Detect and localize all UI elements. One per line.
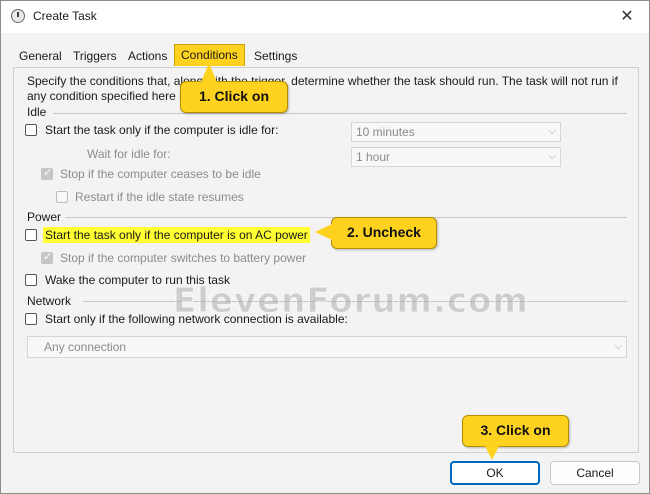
tab-settings[interactable]: Settings [254, 49, 297, 63]
stop-if-battery-checkbox[interactable] [41, 250, 53, 264]
stop-if-battery-label[interactable]: Stop if the computer switches to battery… [60, 251, 306, 265]
network-section-label: Network [27, 294, 72, 308]
close-button[interactable]: ✕ [611, 5, 643, 29]
chevron-down-icon: ⌵ [548, 151, 556, 162]
callout-step3: 3. Click on [462, 415, 569, 447]
start-if-idle-checkbox[interactable] [25, 124, 37, 136]
tab-actions[interactable]: Actions [128, 49, 167, 63]
window-title: Create Task [33, 9, 97, 23]
wake-to-run-checkbox[interactable] [25, 274, 37, 286]
tab-triggers[interactable]: Triggers [73, 49, 117, 63]
start-if-ac-checkbox[interactable] [25, 229, 37, 241]
callout-step3-text: 3. Click on [480, 422, 551, 438]
idle-duration-value: 10 minutes [356, 125, 415, 139]
clock-icon [11, 9, 25, 23]
restart-if-resumes-checkbox[interactable] [56, 191, 68, 203]
start-if-idle-label[interactable]: Start the task only if the computer is i… [45, 123, 278, 137]
wait-duration-value: 1 hour [356, 150, 391, 164]
description-text: Specify the conditions that, along with … [27, 74, 618, 103]
cancel-button[interactable]: Cancel [550, 461, 640, 485]
callout-step2: 2. Uncheck [331, 217, 437, 249]
start-if-ac-label[interactable]: Start the task only if the computer is o… [43, 227, 310, 243]
wait-for-idle-label: Wait for idle for: [87, 147, 171, 161]
callout-step1-text: 1. Click on [198, 88, 270, 104]
create-task-dialog: Create Task ✕ General Triggers Actions C… [0, 0, 650, 494]
ok-button[interactable]: OK [450, 461, 540, 485]
start-if-network-checkbox[interactable] [25, 313, 37, 325]
callout-step3-pointer [484, 444, 500, 460]
wait-duration-select[interactable]: 1 hour ⌵ [351, 147, 561, 167]
idle-duration-select[interactable]: 10 minutes ⌵ [351, 122, 561, 142]
callout-step1: 1. Click on [180, 81, 288, 113]
watermark: ElevenForum.com [173, 281, 529, 322]
network-connection-value: Any connection [44, 340, 127, 354]
idle-divider [53, 113, 627, 114]
callout-step2-pointer [315, 224, 332, 240]
stop-if-ceases-label[interactable]: Stop if the computer ceases to be idle [60, 167, 261, 181]
callout-step2-text: 2. Uncheck [347, 224, 421, 240]
callout-step1-pointer [201, 63, 217, 82]
chevron-down-icon: ⌵ [614, 341, 622, 352]
power-section-label: Power [27, 210, 62, 224]
tab-general[interactable]: General [19, 49, 62, 63]
chevron-down-icon: ⌵ [548, 126, 556, 137]
idle-section-label: Idle [27, 105, 47, 119]
restart-if-resumes-label[interactable]: Restart if the idle state resumes [75, 190, 244, 204]
stop-if-ceases-checkbox[interactable] [41, 166, 53, 180]
title-bar: Create Task ✕ [1, 1, 649, 33]
network-connection-select[interactable]: Any connection ⌵ [27, 336, 627, 358]
